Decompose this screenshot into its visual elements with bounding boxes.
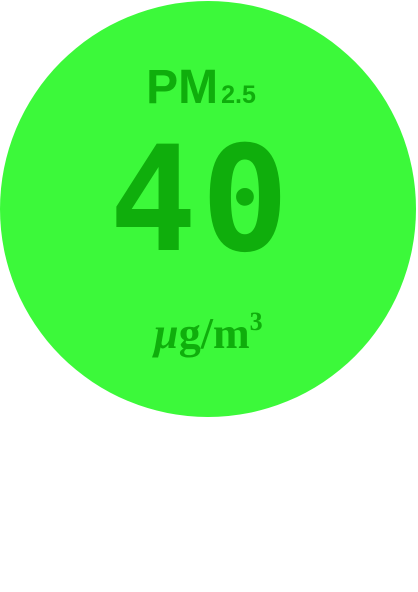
pm25-value: 40 <box>109 115 293 285</box>
pm-label-subscript: 2.5 <box>221 81 256 109</box>
unit-micro-symbol: µ <box>153 309 179 358</box>
unit-exponent: 3 <box>249 307 263 336</box>
pm-label-main: PM <box>146 61 219 114</box>
pm25-label: PM 2.5 <box>0 60 402 123</box>
pm25-unit: µg/m3 <box>0 292 416 364</box>
unit-main: g/m <box>178 309 250 358</box>
